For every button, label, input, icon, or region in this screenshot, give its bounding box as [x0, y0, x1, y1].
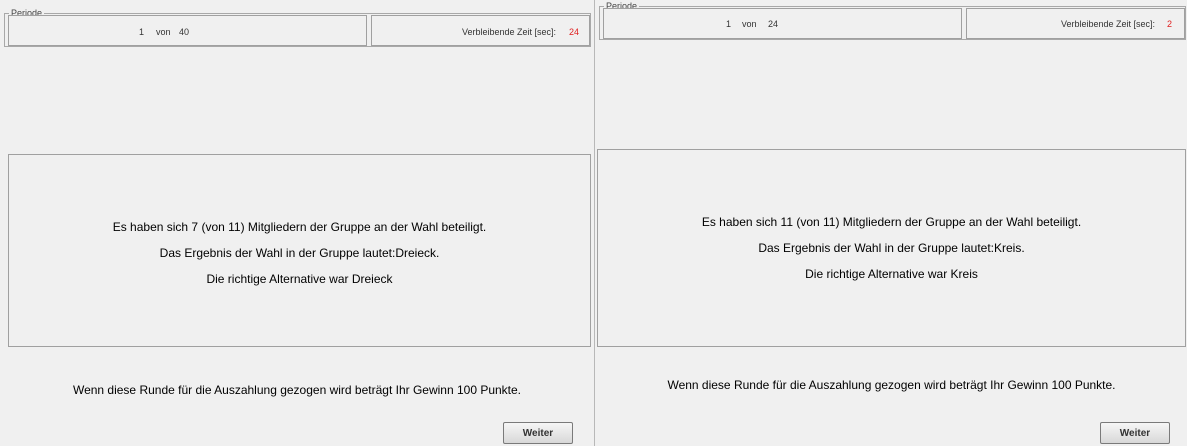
vote-result-text: Das Ergebnis der Wahl in der Gruppe laut… [159, 246, 440, 260]
remaining-time-label: Verbleibende Zeit [sec]: [462, 27, 557, 37]
participation-text: Es haben sich 11 (von 11) Mitgliedern de… [701, 215, 1082, 229]
experiment-screen-left: Periode 1 von 40 Verbleibende Zeit [sec]… [0, 0, 594, 446]
correct-alternative-text: Die richtige Alternative war Dreieck [206, 272, 393, 286]
remaining-time-value: 2 [1167, 19, 1173, 29]
period-indicator: 1 von 24 [603, 8, 962, 39]
payout-text: Wenn diese Runde für die Auszahlung gezo… [72, 383, 522, 397]
correct-alternative-text: Die richtige Alternative war Kreis [805, 267, 978, 281]
remaining-time-box: Verbleibende Zeit [sec]: 24 [371, 15, 590, 46]
vote-result-text: Das Ergebnis der Wahl in der Gruppe laut… [758, 241, 1025, 255]
result-panel: Es haben sich 11 (von 11) Mitgliedern de… [597, 149, 1186, 347]
remaining-time-box: Verbleibende Zeit [sec]: 2 [966, 8, 1185, 39]
period-of-label: von [156, 27, 171, 37]
period-current: 1 [726, 19, 732, 29]
continue-button[interactable]: Weiter [1100, 422, 1170, 444]
remaining-time-label: Verbleibende Zeit [sec]: [1061, 19, 1156, 29]
continue-button[interactable]: Weiter [503, 422, 573, 444]
period-total: 24 [768, 19, 779, 29]
period-of-label: von [742, 19, 757, 29]
remaining-time-value: 24 [569, 27, 580, 37]
payout-text: Wenn diese Runde für die Auszahlung gezo… [667, 378, 1116, 392]
period-total: 40 [179, 27, 190, 37]
participation-text: Es haben sich 7 (von 11) Mitgliedern der… [112, 220, 487, 234]
experiment-screen-right: Periode 1 von 24 Verbleibende Zeit [sec]… [594, 0, 1187, 446]
period-indicator: 1 von 40 [8, 15, 367, 46]
result-panel: Es haben sich 7 (von 11) Mitgliedern der… [8, 154, 591, 347]
period-current: 1 [139, 27, 145, 37]
